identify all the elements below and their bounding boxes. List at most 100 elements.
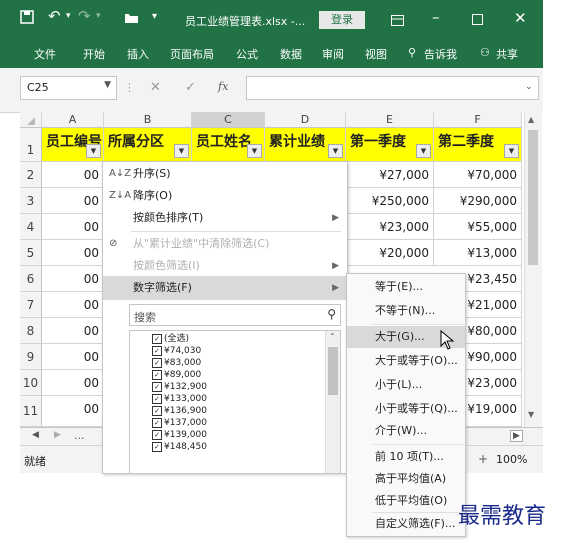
cell-e[interactable]: ¥20,000 xyxy=(346,240,434,266)
checkbox-checked-icon[interactable]: ✓ xyxy=(152,429,162,440)
checkbox-checked-icon[interactable]: ✓ xyxy=(152,357,162,368)
insert-function-icon[interactable]: fx xyxy=(218,80,228,93)
maximize-icon[interactable] xyxy=(472,11,483,29)
cancel-icon[interactable]: ✕ xyxy=(150,80,161,95)
filter-below-average-item[interactable]: 低于平均值(O) xyxy=(347,490,465,512)
column-header-f[interactable]: F xyxy=(434,112,522,128)
tab-review[interactable]: 审阅 xyxy=(322,46,344,62)
customize-qat-icon[interactable]: ▾ xyxy=(152,11,157,22)
tab-data[interactable]: 数据 xyxy=(280,46,302,62)
tab-formulas[interactable]: 公式 xyxy=(236,46,258,62)
column-header-d[interactable]: D xyxy=(265,112,346,128)
filter-active-dropdown-icon[interactable]: ▼ xyxy=(328,144,343,158)
tab-file[interactable]: 文件 xyxy=(34,46,56,62)
cell-a[interactable]: 00 xyxy=(42,266,104,292)
cell-f[interactable]: ¥70,000 xyxy=(434,162,522,188)
row-header[interactable]: 2 xyxy=(20,162,42,188)
list-scroll-thumb[interactable] xyxy=(328,347,338,395)
filter-dropdown-icon[interactable]: ▼ xyxy=(247,144,262,158)
tab-insert[interactable]: 插入 xyxy=(127,46,149,62)
prev-sheet-icon[interactable]: ◀ xyxy=(32,430,39,440)
filter-dropdown-icon[interactable]: ▼ xyxy=(86,144,101,158)
cell-a[interactable]: 00 xyxy=(42,214,104,240)
cell-a[interactable]: 00 xyxy=(42,370,104,396)
ribbon-display-options-icon[interactable] xyxy=(391,12,404,30)
header-cell-b1[interactable]: 所属分区 ▼ xyxy=(104,128,192,162)
row-header[interactable]: 9 xyxy=(20,344,42,370)
cell-a[interactable]: 00 xyxy=(42,292,104,318)
checkbox-checked-icon[interactable]: ✓ xyxy=(152,333,162,344)
column-header-a[interactable]: A xyxy=(42,112,104,128)
list-scrollbar[interactable]: ⌃ xyxy=(325,331,340,473)
login-button[interactable]: 登录 xyxy=(319,11,365,29)
row-header[interactable]: 4 xyxy=(20,214,42,240)
filter-dropdown-icon[interactable]: ▼ xyxy=(416,144,431,158)
filter-between-item[interactable]: 介于(W)... xyxy=(347,420,465,442)
row-header[interactable]: 10 xyxy=(20,370,42,396)
select-all-corner[interactable] xyxy=(20,112,42,128)
redo-icon[interactable]: ↷ xyxy=(78,7,91,25)
checkbox-checked-icon[interactable]: ✓ xyxy=(152,393,162,404)
redo-dropdown-icon[interactable]: ▾ xyxy=(96,11,101,21)
filter-custom-item[interactable]: 自定义筛选(F)... xyxy=(347,513,465,535)
filter-dropdown-icon[interactable]: ▼ xyxy=(504,144,519,158)
checkbox-checked-icon[interactable]: ✓ xyxy=(152,441,162,452)
tell-me-label[interactable]: 告诉我 xyxy=(424,46,457,62)
more-sheets[interactable]: ... xyxy=(74,429,85,442)
scroll-up-icon[interactable]: ▲ xyxy=(528,115,534,124)
expand-formula-bar-icon[interactable]: ⌄ xyxy=(525,82,533,92)
header-cell-f1[interactable]: 第二季度 ▼ xyxy=(434,128,522,162)
row-header[interactable]: 5 xyxy=(20,240,42,266)
filter-not-equals-item[interactable]: 不等于(N)... xyxy=(347,300,465,322)
cell-f[interactable]: ¥290,000 xyxy=(434,188,522,214)
checkbox-checked-icon[interactable]: ✓ xyxy=(152,345,162,356)
row-header[interactable]: 1 xyxy=(20,128,42,162)
checkbox-checked-icon[interactable]: ✓ xyxy=(152,369,162,380)
filter-search-input[interactable]: 搜索 ⚲ xyxy=(129,304,341,326)
header-cell-d1[interactable]: 累计业绩 ▼ xyxy=(265,128,346,162)
cell-f[interactable]: ¥13,000 xyxy=(434,240,522,266)
tell-me-search-icon[interactable]: ⚲ xyxy=(408,46,416,59)
filter-greater-equal-item[interactable]: 大于或等于(O)... xyxy=(347,350,465,372)
list-item[interactable]: ✓ ¥148,450 xyxy=(152,441,207,453)
cell-a[interactable]: 00 xyxy=(42,162,104,188)
cell-a[interactable]: 00 xyxy=(42,240,104,266)
name-box[interactable]: C25 ▼ xyxy=(20,76,117,100)
cell-a[interactable]: 00 xyxy=(42,344,104,370)
row-header[interactable]: 6 xyxy=(20,266,42,292)
minimize-icon[interactable]: – xyxy=(432,8,440,26)
sort-descending-item[interactable]: Z↓A 降序(O) xyxy=(103,184,347,208)
scroll-right-icon[interactable]: ▶ xyxy=(510,430,523,442)
list-item[interactable]: ✓ ¥137,000 xyxy=(152,417,207,429)
cell-e[interactable]: ¥23,000 xyxy=(346,214,434,240)
number-filters-item[interactable]: 数字筛选(F) ▶ xyxy=(103,276,347,300)
list-item[interactable]: ✓ ¥83,000 xyxy=(152,357,201,369)
column-header-b[interactable]: B xyxy=(104,112,192,128)
formula-bar-splitter-icon[interactable]: ⋮ xyxy=(124,81,135,94)
list-item[interactable]: ✓ ¥139,000 xyxy=(152,429,207,441)
formula-input[interactable] xyxy=(246,76,539,100)
person-icon[interactable]: ⚇ xyxy=(480,46,490,59)
scroll-up-icon[interactable]: ⌃ xyxy=(329,332,336,341)
filter-top-10-item[interactable]: 前 10 项(T)... xyxy=(347,446,465,468)
cell-f[interactable]: ¥55,000 xyxy=(434,214,522,240)
open-folder-icon[interactable] xyxy=(124,10,139,28)
close-icon[interactable]: ✕ xyxy=(514,9,527,27)
list-item[interactable]: ✓ (全选) xyxy=(152,333,189,345)
column-header-e[interactable]: E xyxy=(346,112,434,128)
header-cell-a1[interactable]: 员工编号 ▼ xyxy=(42,128,104,162)
row-header[interactable]: 7 xyxy=(20,292,42,318)
enter-check-icon[interactable]: ✓ xyxy=(185,80,196,95)
zoom-level[interactable]: 100% xyxy=(496,453,527,466)
sort-ascending-item[interactable]: A↓Z 升序(S) xyxy=(103,162,347,186)
list-item[interactable]: ✓ ¥136,900 xyxy=(152,405,207,417)
clear-filter-item[interactable]: ⊘ 从"累计业绩"中清除筛选(C) xyxy=(103,232,347,256)
checkbox-checked-icon[interactable]: ✓ xyxy=(152,381,162,392)
filter-above-average-item[interactable]: 高于平均值(A) xyxy=(347,468,465,490)
filter-dropdown-icon[interactable]: ▼ xyxy=(174,144,189,158)
cell-a[interactable]: 00 xyxy=(42,396,104,427)
next-sheet-icon[interactable]: ▶ xyxy=(54,430,61,440)
column-header-c[interactable]: C xyxy=(192,112,265,128)
header-cell-e1[interactable]: 第一季度 ▼ xyxy=(346,128,434,162)
cell-e[interactable]: ¥27,000 xyxy=(346,162,434,188)
